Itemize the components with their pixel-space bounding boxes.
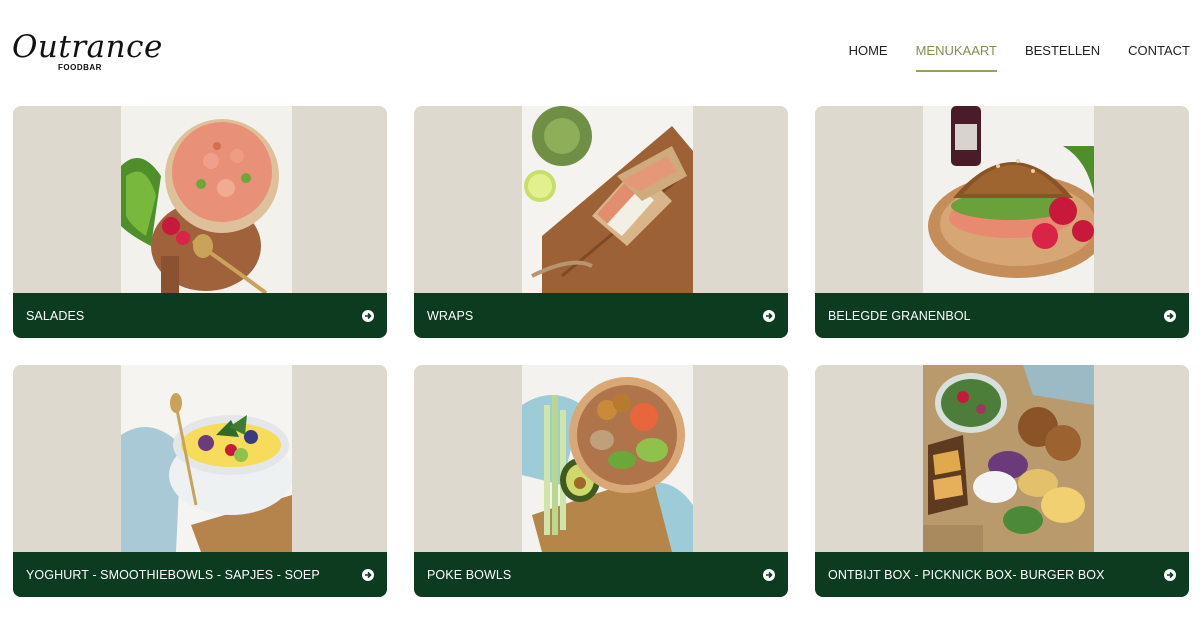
menu-category-grid: SALADES WRAPS BELEGDE GRANENBOL YOGHURT … bbox=[13, 106, 1189, 597]
category-card-wraps[interactable]: WRAPS bbox=[414, 106, 788, 338]
main-nav: HOME MENUKAART BESTELLEN CONTACT bbox=[849, 42, 1190, 72]
category-card-bar[interactable]: YOGHURT - SMOOTHIEBOWLS - SAPJES - SOEP bbox=[13, 552, 387, 597]
nav-item-contact[interactable]: CONTACT bbox=[1128, 42, 1190, 72]
category-label: POKE BOWLS bbox=[427, 567, 512, 582]
category-label: BELEGDE GRANENBOL bbox=[828, 308, 971, 323]
arrow-right-circle-icon[interactable] bbox=[763, 309, 775, 322]
poke-bowl-photo bbox=[522, 365, 693, 552]
logo-wordmark: Outrance bbox=[12, 29, 163, 65]
arrow-right-circle-icon[interactable] bbox=[362, 309, 374, 322]
category-card-belegde-granenbol[interactable]: BELEGDE GRANENBOL bbox=[815, 106, 1189, 338]
category-card-poke-bowls[interactable]: POKE BOWLS bbox=[414, 365, 788, 597]
wrap-photo bbox=[522, 106, 693, 293]
category-card-bar[interactable]: SALADES bbox=[13, 293, 387, 338]
category-card-boxes[interactable]: ONTBIJT BOX - PICKNICK BOX- BURGER BOX bbox=[815, 365, 1189, 597]
category-card-bar[interactable]: POKE BOWLS bbox=[414, 552, 788, 597]
nav-item-bestellen[interactable]: BESTELLEN bbox=[1025, 42, 1100, 72]
arrow-right-circle-icon[interactable] bbox=[763, 568, 775, 581]
arrow-right-circle-icon[interactable] bbox=[1164, 568, 1176, 581]
category-card-bar[interactable]: BELEGDE GRANENBOL bbox=[815, 293, 1189, 338]
logo[interactable]: Outrance FOODBAR bbox=[12, 28, 162, 76]
category-label: WRAPS bbox=[427, 308, 474, 323]
category-card-bar[interactable]: ONTBIJT BOX - PICKNICK BOX- BURGER BOX bbox=[815, 552, 1189, 597]
arrow-right-circle-icon[interactable] bbox=[1164, 309, 1176, 322]
logo-subtitle: FOODBAR bbox=[58, 63, 102, 72]
sandwich-photo bbox=[923, 106, 1094, 293]
arrow-right-circle-icon[interactable] bbox=[362, 568, 374, 581]
nav-item-home[interactable]: HOME bbox=[849, 42, 888, 72]
category-card-yoghurt[interactable]: YOGHURT - SMOOTHIEBOWLS - SAPJES - SOEP bbox=[13, 365, 387, 597]
nav-item-menukaart[interactable]: MENUKAART bbox=[915, 42, 998, 72]
box-photo bbox=[923, 365, 1094, 552]
category-label: SALADES bbox=[26, 308, 85, 323]
category-card-bar[interactable]: WRAPS bbox=[414, 293, 788, 338]
category-card-salades[interactable]: SALADES bbox=[13, 106, 387, 338]
category-label: YOGHURT - SMOOTHIEBOWLS - SAPJES - SOEP bbox=[26, 567, 320, 582]
site-header: Outrance FOODBAR HOME MENUKAART BESTELLE… bbox=[0, 0, 1200, 100]
yoghurt-bowl-photo bbox=[121, 365, 292, 552]
category-label: ONTBIJT BOX - PICKNICK BOX- BURGER BOX bbox=[828, 567, 1105, 582]
salad-bowl-photo bbox=[121, 106, 292, 293]
